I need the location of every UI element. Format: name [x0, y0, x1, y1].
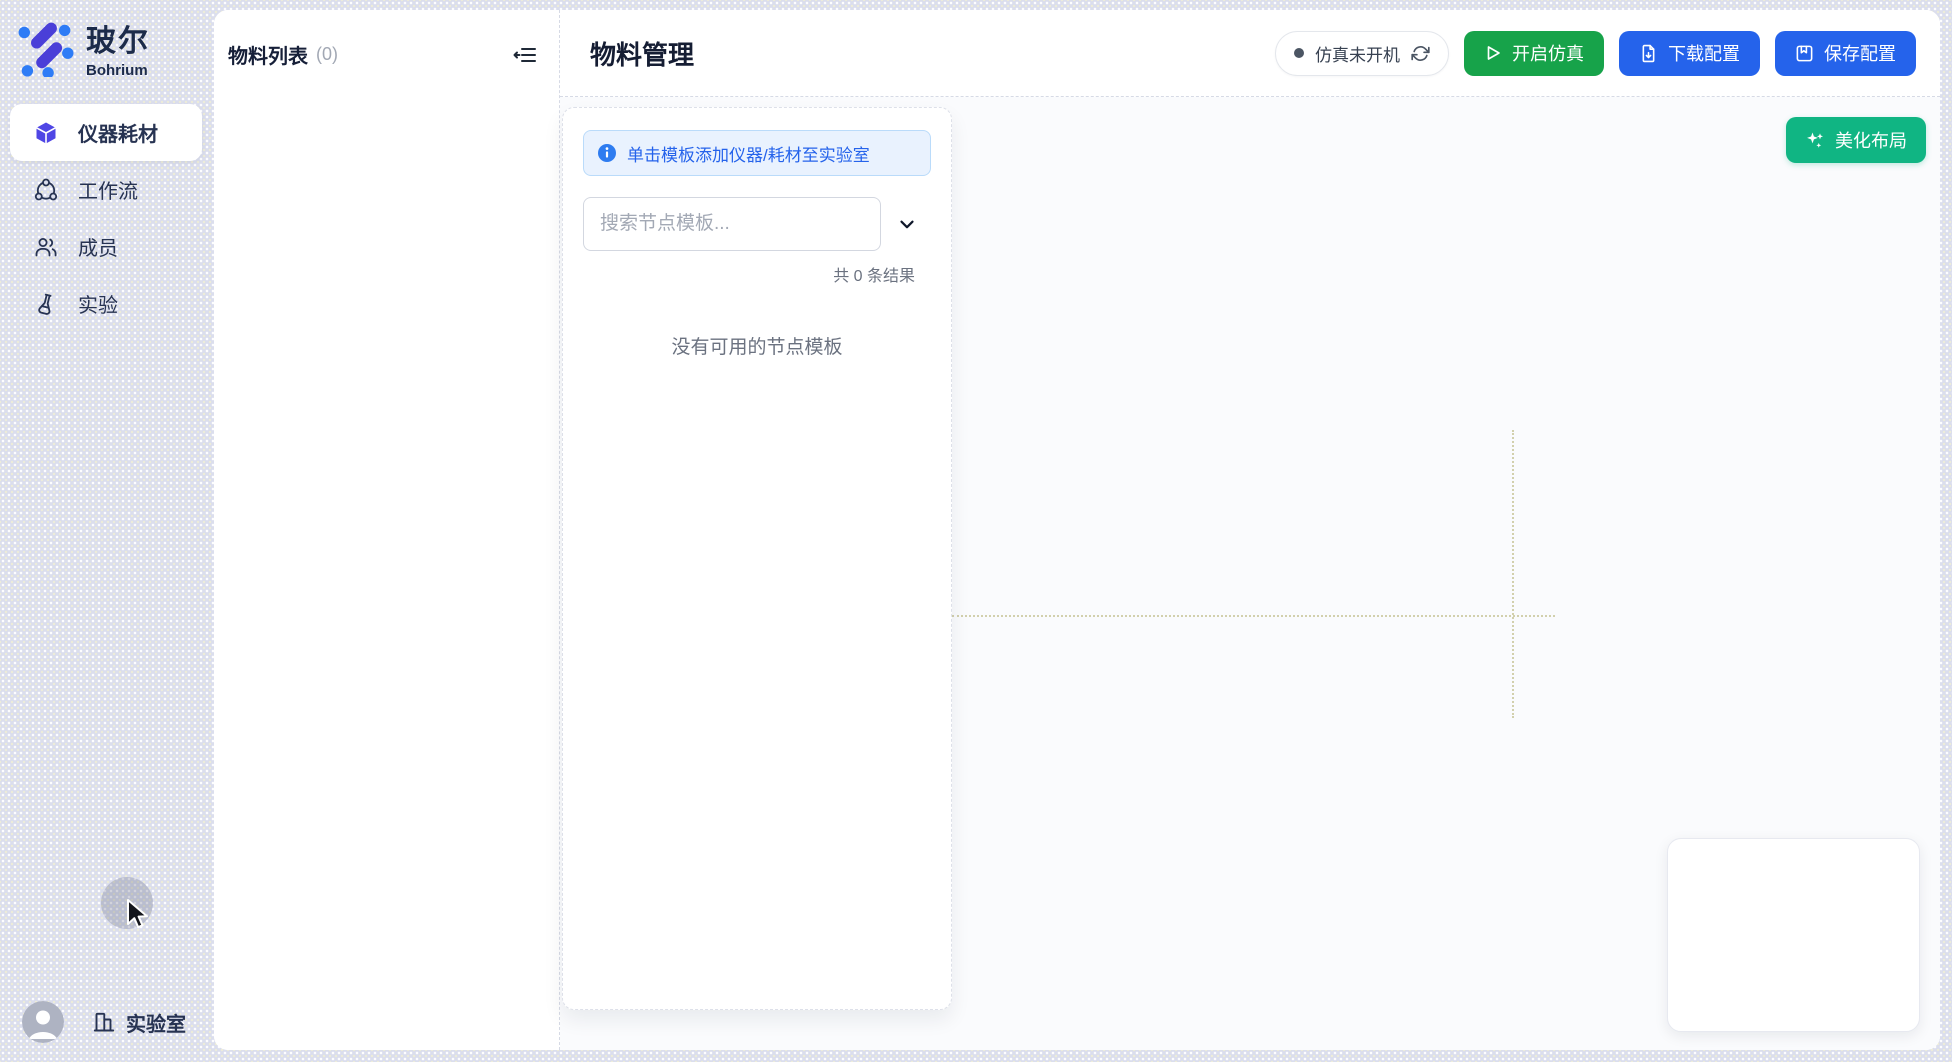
minimap-panel[interactable] — [1667, 838, 1920, 1032]
materials-panel-header: 物料列表 (0) — [214, 10, 559, 69]
sidebar-item-workflow[interactable]: 工作流 — [10, 161, 202, 218]
download-config-button[interactable]: 下载配置 — [1619, 31, 1760, 76]
refresh-icon[interactable] — [1411, 44, 1430, 63]
mouse-cursor — [125, 899, 153, 931]
indent-collapse-icon[interactable] — [511, 41, 539, 69]
template-search-row — [583, 197, 931, 251]
play-icon — [1484, 44, 1502, 62]
empty-templates-message: 没有可用的节点模板 — [583, 332, 931, 359]
materials-list-title: 物料列表 — [228, 40, 308, 69]
start-simulation-button[interactable]: 开启仿真 — [1464, 31, 1604, 76]
sidebar-item-instruments[interactable]: 仪器耗材 — [10, 104, 202, 161]
materials-list-panel: 物料列表 (0) — [214, 10, 560, 1050]
template-hint-banner: 单击模板添加仪器/耗材至实验室 — [583, 130, 931, 176]
template-search-input[interactable] — [583, 197, 881, 251]
materials-count-badge: (0) — [316, 44, 338, 65]
template-hint-text: 单击模板添加仪器/耗材至实验室 — [627, 141, 870, 166]
page-title: 物料管理 — [590, 35, 694, 72]
sidebar-footer: 实验室 — [0, 996, 214, 1048]
file-download-icon — [1639, 44, 1658, 63]
chevron-down-icon[interactable] — [893, 210, 921, 238]
save-config-label: 保存配置 — [1824, 40, 1896, 66]
sidebar-item-label: 工作流 — [78, 175, 138, 204]
bohrium-logo-icon — [16, 19, 74, 77]
flow-canvas[interactable]: 单击模板添加仪器/耗材至实验室 共 0 条结果 没有可用的节点模板 — [560, 97, 1940, 1050]
sidebar-item-label: 成员 — [78, 232, 118, 261]
beautify-layout-button[interactable]: 美化布局 — [1786, 117, 1926, 163]
sidebar-item-label: 仪器耗材 — [78, 118, 158, 147]
workflow-icon — [34, 178, 58, 202]
sidebar-item-experiment[interactable]: 实验 — [10, 275, 202, 332]
brand-name-en: Bohrium — [86, 62, 150, 79]
template-panel: 单击模板添加仪器/耗材至实验室 共 0 条结果 没有可用的节点模板 — [562, 107, 952, 1010]
members-icon — [34, 235, 58, 259]
save-icon — [1795, 44, 1814, 63]
sidebar-nav: 仪器耗材 工作流 — [10, 104, 202, 332]
sidebar-item-label: 实验 — [78, 289, 118, 318]
building-icon — [92, 1010, 116, 1034]
content-shell: 物料列表 (0) 物料管理 仿真未开机 — [214, 10, 1940, 1050]
canvas-guide-vertical — [1512, 430, 1514, 718]
canvas-guide-horizontal — [952, 615, 1555, 617]
cube-icon — [34, 121, 58, 145]
user-avatar-icon[interactable] — [22, 1001, 64, 1043]
experiment-icon — [34, 292, 58, 316]
status-label: 仿真未开机 — [1315, 41, 1400, 66]
brand-name: 玻尔 Bohrium — [86, 16, 150, 79]
lab-label: 实验室 — [126, 1008, 186, 1037]
main-column: 物料管理 仿真未开机 — [560, 10, 1940, 1050]
results-count: 共 0 条结果 — [583, 262, 931, 286]
sidebar: 玻尔 Bohrium 仪器耗材 — [0, 0, 214, 1062]
header-actions: 仿真未开机 — [1275, 31, 1916, 76]
sidebar-item-members[interactable]: 成员 — [10, 218, 202, 275]
download-config-label: 下载配置 — [1668, 40, 1740, 66]
info-icon — [597, 143, 617, 163]
main-header: 物料管理 仿真未开机 — [560, 10, 1940, 97]
app-root: 玻尔 Bohrium 仪器耗材 — [0, 0, 1952, 1062]
simulation-status-chip[interactable]: 仿真未开机 — [1275, 31, 1449, 76]
lab-switcher[interactable]: 实验室 — [92, 1008, 186, 1037]
brand-name-cn: 玻尔 — [86, 16, 150, 60]
brand-logo: 玻尔 Bohrium — [16, 16, 150, 79]
start-simulation-label: 开启仿真 — [1512, 40, 1584, 66]
sparkles-icon — [1805, 130, 1825, 150]
save-config-button[interactable]: 保存配置 — [1775, 31, 1916, 76]
beautify-layout-label: 美化布局 — [1835, 127, 1907, 153]
status-dot — [1294, 48, 1304, 58]
